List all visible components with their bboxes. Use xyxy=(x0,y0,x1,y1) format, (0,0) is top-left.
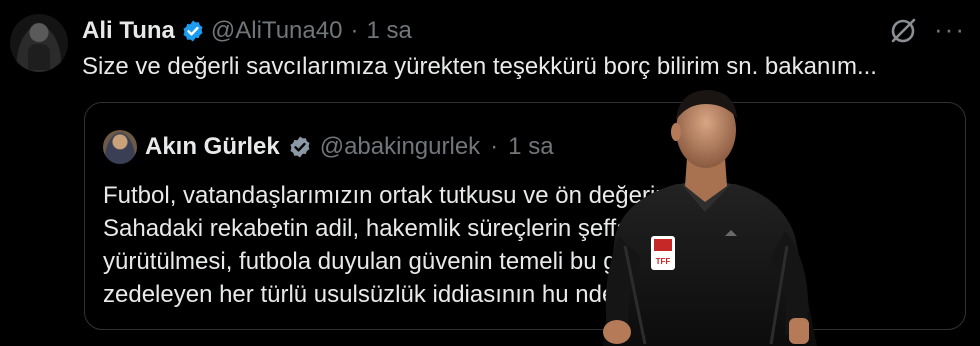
quoted-tweet[interactable]: Akın Gürlek @abakingurlek · 1 sa Futbol,… xyxy=(84,102,966,330)
author-avatar[interactable] xyxy=(10,14,68,72)
separator-dot: · xyxy=(350,17,359,44)
tweet-time[interactable]: 1 sa xyxy=(366,17,411,45)
quoted-tweet-time[interactable]: 1 sa xyxy=(508,133,553,161)
author-name[interactable]: Ali Tuna xyxy=(82,17,175,45)
quoted-verified-badge-icon xyxy=(290,136,310,158)
quoted-separator-dot: · xyxy=(490,133,499,160)
author-handle[interactable]: @AliTuna40 xyxy=(211,17,343,45)
quoted-author-avatar[interactable] xyxy=(103,130,137,164)
quoted-author-handle[interactable]: @abakingurlek xyxy=(320,133,480,161)
quoted-author-name[interactable]: Akın Gürlek xyxy=(145,133,280,161)
more-options-icon[interactable]: ··· xyxy=(930,14,970,44)
grok-icon[interactable] xyxy=(888,16,918,46)
svg-text:TFF: TFF xyxy=(656,257,671,266)
referee-photo: TFF xyxy=(603,90,817,346)
tweet-header: Ali Tuna @AliTuna40 · 1 sa xyxy=(82,14,412,48)
verified-badge-icon xyxy=(183,20,203,42)
tweet-text: Size ve değerli savcılarımıza yürekten t… xyxy=(82,53,877,80)
quoted-tweet-header: Akın Gürlek @abakingurlek · 1 sa xyxy=(103,129,554,165)
